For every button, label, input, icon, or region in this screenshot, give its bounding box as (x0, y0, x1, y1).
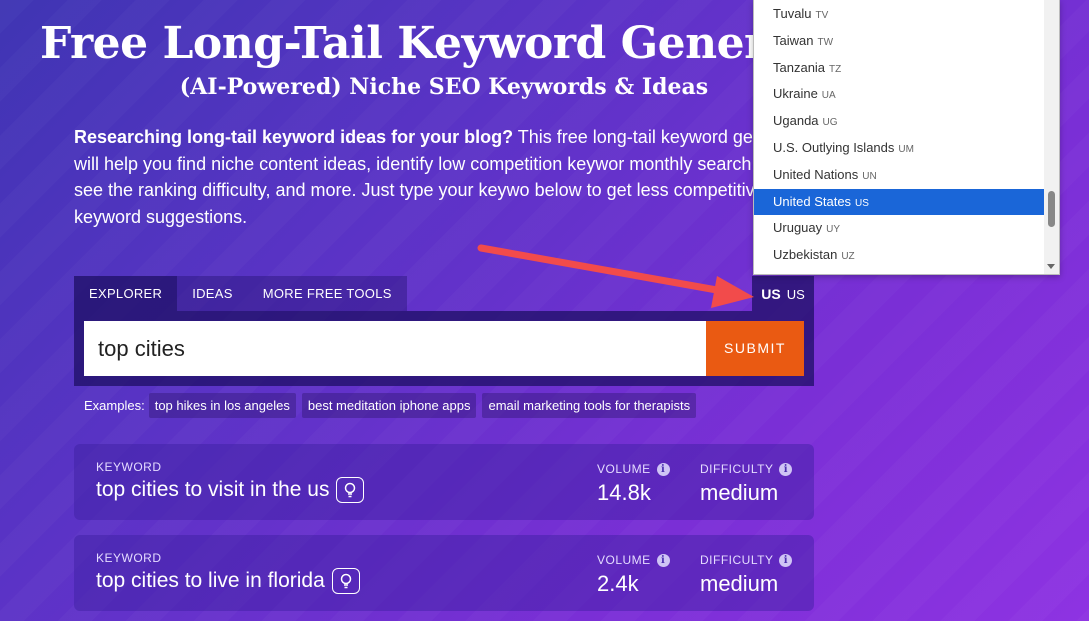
difficulty-value: medium (700, 480, 779, 505)
country-option-code: US (855, 197, 869, 209)
keyword-text: top cities to visit in the us (96, 477, 365, 503)
country-option-code: TZ (829, 63, 842, 75)
country-option[interactable]: Tuvalu TV (754, 1, 1045, 27)
country-option-name: Uganda (773, 113, 819, 129)
lightbulb-icon[interactable] (336, 477, 365, 503)
country-selector[interactable]: US US (752, 276, 814, 311)
country-option-code: TV (815, 10, 829, 21)
country-option-name: Uruguay (773, 220, 823, 236)
country-option-code: TW (817, 36, 834, 48)
info-icon[interactable]: i (779, 553, 793, 567)
volume-label: VOLUME i (597, 462, 670, 476)
country-code: US (761, 286, 781, 302)
keyword-text: top cities to live in florida (96, 568, 360, 594)
info-icon[interactable]: i (656, 553, 670, 567)
result-card: KEYWORD top cities to live in florida VO… (74, 535, 814, 611)
keyword-tool: EXPLORER IDEAS MORE FREE TOOLS US US SUBM… (74, 276, 814, 386)
volume-value: 14.8k (597, 480, 651, 505)
keyword-label: KEYWORD (96, 460, 162, 474)
search-input[interactable] (84, 321, 706, 376)
country-option[interactable]: Tanzania TZ (754, 55, 1045, 81)
example-chip[interactable]: email marketing tools for therapists (482, 393, 697, 418)
country-dropdown[interactable]: Tuvalu TV Taiwan TW Tanzania TZ Ukraine UA Ugand… (753, 0, 1060, 275)
country-option[interactable]: Uganda UG (754, 108, 1045, 134)
examples-row: Examples: top hikes in los angeles best … (84, 393, 702, 418)
dropdown-scrollbar[interactable] (1044, 0, 1059, 274)
tab-explorer[interactable]: EXPLORER (74, 276, 178, 311)
example-chip[interactable]: best meditation iphone apps (301, 393, 477, 418)
country-option-code: UN (862, 170, 877, 182)
country-option-name: Tanzania (773, 59, 826, 75)
country-option-code: UM (898, 144, 914, 155)
keyword-value: top cities to live in florida (96, 569, 325, 592)
country-option-name: United States (773, 193, 852, 209)
lightbulb-icon[interactable] (331, 568, 360, 594)
country-option-name: Uzbekistan (773, 247, 838, 263)
info-icon[interactable]: i (779, 462, 793, 476)
country-option-name: Tuvalu (773, 6, 812, 21)
examples-label: Examples: (84, 398, 145, 413)
country-option[interactable]: Uzbekistan UZ (754, 242, 1045, 268)
scroll-thumb[interactable] (1048, 191, 1055, 227)
intro-paragraph: Researching long-tail keyword ideas for … (74, 124, 834, 230)
keyword-label: KEYWORD (96, 551, 162, 565)
country-option-code: UZ (841, 251, 855, 263)
tool-tabs: EXPLORER IDEAS MORE FREE TOOLS (74, 276, 814, 311)
country-option-name: United Nations (773, 166, 859, 182)
result-card: KEYWORD top cities to visit in the us VO… (74, 444, 814, 520)
search-box: SUBMIT (74, 311, 814, 386)
volume-value: 2.4k (597, 571, 639, 596)
country-option-code: UA (821, 90, 836, 102)
example-chip[interactable]: top hikes in los angeles (148, 393, 296, 418)
country-option-code: UY (826, 224, 841, 236)
difficulty-label: DIFFICULTY i (700, 553, 793, 567)
intro-bold: Researching long-tail keyword ideas for … (74, 127, 514, 147)
country-option[interactable]: United Nations UN (754, 162, 1045, 188)
country-option[interactable]: U.S. Outlying Islands UM (754, 135, 1045, 161)
country-option[interactable]: United States US (754, 188, 1045, 215)
country-option[interactable]: Uruguay UY (754, 215, 1045, 241)
tab-more-free-tools[interactable]: MORE FREE TOOLS (247, 276, 407, 311)
country-label: US (786, 287, 805, 302)
keyword-value: top cities to visit in the us (96, 478, 330, 501)
country-option-name: Ukraine (773, 86, 818, 102)
tab-ideas[interactable]: IDEAS (177, 276, 248, 311)
country-option-code: UG (822, 117, 838, 129)
volume-label: VOLUME i (597, 553, 670, 567)
scroll-down-icon[interactable] (1047, 264, 1055, 269)
difficulty-value: medium (700, 571, 779, 596)
difficulty-label: DIFFICULTY i (700, 462, 793, 476)
country-option[interactable]: Taiwan TW (754, 28, 1045, 54)
country-option[interactable]: Ukraine UA (754, 81, 1045, 107)
country-option-name: U.S. Outlying Islands (773, 140, 895, 155)
page-title: Free Long-Tail Keyword Genera (40, 18, 795, 69)
country-option-name: Taiwan (773, 32, 814, 48)
submit-button[interactable]: SUBMIT (706, 321, 804, 376)
info-icon[interactable]: i (656, 462, 670, 476)
